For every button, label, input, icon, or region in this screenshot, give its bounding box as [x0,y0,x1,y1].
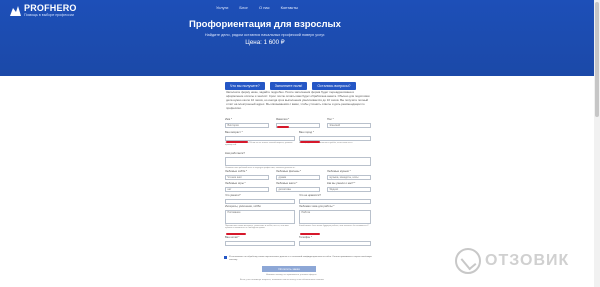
logo-subtitle: Помощь в выборе профессии [24,13,74,17]
page-title: Профориентация для взрослых [189,19,341,30]
top-nav: Услуги Блог О нас Контакты [216,5,298,10]
sex-label: Пол * [327,118,334,121]
page-subtitle: Найдите дело, рядом остаются начальных п… [204,33,326,37]
name-field-group: Имя * Виктория [225,118,269,128]
like1-field-group: Любимые игры * нет [225,182,269,192]
otzovik-watermark: ОТЗОВИК [455,248,569,274]
surname-label: Фамилия * [276,118,290,121]
skill-input[interactable] [225,198,295,204]
skill-label: Что умеете? [225,194,241,197]
age-field-group: Ваш возраст * Сколько вам полных лет? Ес… [225,131,295,147]
work-label: Кем работаете? [225,152,245,155]
name-label: Имя * [225,118,233,121]
hero-banner: PROFHERO Помощь в выборе профессии Услуг… [0,0,600,76]
want-textarea[interactable]: Работа [299,209,371,224]
email-input[interactable] [225,240,295,246]
like3-field-group: Как вы узнали о нас? * Яндекс [327,182,371,192]
tab-fill-fields[interactable]: Заполните поля! [269,82,308,90]
age-label: Ваш возраст * [225,131,243,134]
like1-input[interactable]: нет [225,186,269,192]
hobby1-label: Любимые хобби * [225,170,248,173]
offer-note: Нажимая кнопку, вы принимаете условия оф… [266,274,317,276]
hobby2-label: Любимые фильмы * [276,170,302,173]
hobby3-label: Любимые музыки * [327,170,351,173]
skill-field-group: Что умеете? [225,194,295,204]
like1-label: Любимые игры * [225,182,246,185]
consent-text: Я соглашаюсь на обработку своих персонал… [229,256,372,261]
nav-item-services[interactable]: Услуги [216,5,228,10]
city-label: Ваш город * [299,131,314,134]
hobby2-input[interactable]: драма [276,174,320,180]
hobby3-field-group: Любимые музыки * музыка, концерты, ноты [327,170,371,180]
hobby1-input[interactable]: Чтение книг [225,174,269,180]
price-label: Цена: 1 600 ₽ [245,39,285,46]
redaction-mark [277,126,289,128]
work-field-group: Кем работаете? Опишите ваш рабочий опыт … [225,152,371,169]
hobby2-field-group: Любимые фильмы * драма [276,170,320,180]
phone-input[interactable] [299,240,371,246]
redaction-mark [226,141,248,143]
tab-questions[interactable]: Остались вопросы? [312,82,356,90]
watermark-text: ОТЗОВИК [485,252,570,269]
redaction-mark [300,233,320,235]
redaction-mark [300,141,320,143]
city-input[interactable] [299,135,371,141]
nav-item-about[interactable]: О нас [259,5,270,10]
like2-input[interactable]: детективы [276,186,320,192]
checkmark-icon [455,248,481,274]
work-textarea[interactable] [225,156,371,166]
like3-input[interactable]: Яндекс [327,186,371,192]
dislike-field-group: Что не нравится? [299,194,371,204]
hobby3-input[interactable]: музыка, концерты, ноты [327,174,371,180]
nav-item-blog[interactable]: Блог [239,5,248,10]
want-field-group: Любимая тема для работы * Работа Какой м… [299,205,371,227]
tab-what-you-get[interactable]: Что вы получите? [225,82,265,90]
dislike-label: Что не нравится? [299,194,321,197]
questions-note: Если у вас возникнут вопросы, напишите н… [240,279,324,281]
email-field-group: Ваш email * [225,236,295,246]
like2-label: Любимые книги * [276,182,298,185]
phone-field-group: Телефон * [299,236,371,246]
interest-textarea[interactable]: Рисование [225,209,295,224]
email-label: Ваш email * [225,236,240,239]
logo[interactable]: PROFHERO Помощь в выборе профессии [10,4,77,17]
like3-label: Как вы узнали о нас? * [327,182,356,185]
like2-field-group: Любимые книги * детективы [276,182,320,192]
scrollbar-thumb[interactable] [595,2,599,117]
intro-text: Заполните форму ниже, задайте подробно. … [226,90,370,111]
sex-field-group: Пол * Женский [327,118,371,128]
nav-item-contacts[interactable]: Контакты [281,5,298,10]
sex-select[interactable]: Женский [327,122,371,128]
phone-label: Телефон * [299,236,312,239]
name-input[interactable]: Виктория [225,122,269,128]
interest-field-group: Интересы, увлечения, хобби Рисование Пер… [225,205,295,230]
interest-label: Интересы, увлечения, хобби [225,205,261,208]
work-hint: Опишите ваш рабочий опыт и текущую профе… [225,166,296,169]
logo-icon [10,5,21,16]
age-input[interactable] [225,135,295,141]
interest-hint: Перечислите ваши интересы, увлечения и х… [225,224,289,230]
submit-button[interactable]: Оплатить заказ [262,266,316,272]
section-tabs: Что вы получите? Заполните поля! Осталис… [225,82,356,90]
want-hint: Какой может быть ваша будущая работа, че… [299,224,369,227]
hobby1-field-group: Любимые хобби * Чтение книг [225,170,269,180]
want-label: Любимая тема для работы * [299,205,335,208]
redaction-mark [226,233,246,235]
logo-text: PROFHERO [24,3,77,13]
dislike-input[interactable] [299,198,371,204]
